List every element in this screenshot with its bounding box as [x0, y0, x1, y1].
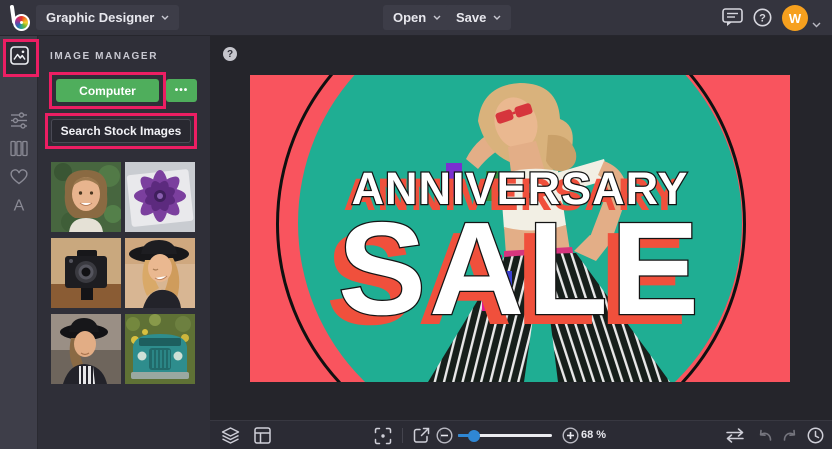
panel-help-icon[interactable]: ? — [223, 47, 237, 61]
fit-screen-icon[interactable] — [370, 421, 396, 449]
sliders-icon — [10, 112, 28, 134]
sidebar-item-layouts[interactable] — [0, 136, 38, 166]
poster-subtitle[interactable]: SALE — [250, 201, 790, 336]
canvas-workspace: ANNIVERSARY ANNIVERSARY SALE SALE — [210, 36, 832, 420]
save-label: Save — [456, 10, 487, 25]
befunky-logo-icon[interactable] — [9, 4, 33, 31]
transform-icon[interactable] — [722, 421, 748, 449]
graphic-designer-app: Graphic Designer Open Save ? W A IMAGE M… — [0, 0, 832, 449]
user-avatar[interactable]: W — [782, 5, 808, 31]
design-canvas[interactable]: ANNIVERSARY ANNIVERSARY SALE SALE — [250, 75, 790, 382]
zoom-level-value: 68 % — [581, 429, 607, 441]
expand-icon[interactable] — [408, 421, 434, 449]
tool-rail: A — [0, 36, 38, 449]
panel-title: IMAGE MANAGER — [50, 51, 159, 62]
thumbnail-vintage-camera-on-table[interactable] — [51, 238, 121, 308]
top-bar: Graphic Designer Open Save ? W — [0, 0, 832, 36]
open-label: Open — [393, 10, 427, 25]
app-mode-label: Graphic Designer — [46, 10, 155, 25]
chevron-down-icon — [493, 15, 501, 20]
redo-icon[interactable] — [777, 421, 803, 449]
thumbnail-woman-black-hat-striped-top[interactable] — [51, 314, 121, 384]
save-button[interactable]: Save — [446, 5, 512, 30]
image-manager-icon — [10, 45, 29, 70]
svg-text:A: A — [14, 198, 25, 214]
thumbnail-teal-vintage-truck[interactable] — [125, 314, 195, 384]
thumbnail-purple-paper-flower[interactable] — [125, 162, 195, 232]
zoom-slider-handle[interactable] — [468, 429, 480, 442]
search-stock-images-button[interactable]: Search Stock Images — [51, 119, 191, 143]
bottom-toolbar: 68 % — [210, 420, 832, 449]
heart-icon — [10, 168, 28, 190]
avatar-initial: W — [788, 10, 802, 26]
sidebar-item-image-manager[interactable] — [3, 40, 36, 75]
zoom-out-icon[interactable] — [432, 421, 456, 449]
chevron-down-icon — [161, 15, 169, 20]
thumbnail-smiling-woman-green-foliage[interactable] — [51, 162, 121, 232]
more-sources-button[interactable]: ••• — [166, 79, 197, 102]
layers-icon[interactable] — [218, 421, 242, 449]
undo-icon[interactable] — [752, 421, 778, 449]
history-icon[interactable] — [802, 421, 828, 449]
chat-icon[interactable] — [722, 8, 743, 32]
columns-icon — [10, 140, 28, 162]
sidebar-item-favorites[interactable] — [0, 164, 38, 194]
ellipsis-icon: ••• — [174, 85, 189, 96]
template-manager-icon[interactable] — [250, 421, 274, 449]
image-manager-panel: IMAGE MANAGER ? Computer ••• Search Stoc… — [38, 36, 237, 449]
open-button[interactable]: Open — [383, 5, 452, 30]
sidebar-item-text[interactable]: A — [0, 192, 38, 222]
sidebar-item-edit[interactable] — [0, 108, 38, 138]
app-mode-dropdown[interactable]: Graphic Designer — [36, 5, 180, 30]
chevron-down-icon — [433, 15, 441, 20]
computer-upload-button[interactable]: Computer — [56, 79, 159, 102]
svg-text:?: ? — [759, 12, 766, 24]
zoom-in-icon[interactable] — [558, 421, 582, 449]
account-chevron-down-icon[interactable] — [812, 15, 821, 33]
thumbnail-woman-in-sun-hat[interactable] — [125, 238, 195, 308]
text-tool-icon: A — [10, 196, 28, 218]
help-icon[interactable]: ? — [753, 8, 772, 32]
